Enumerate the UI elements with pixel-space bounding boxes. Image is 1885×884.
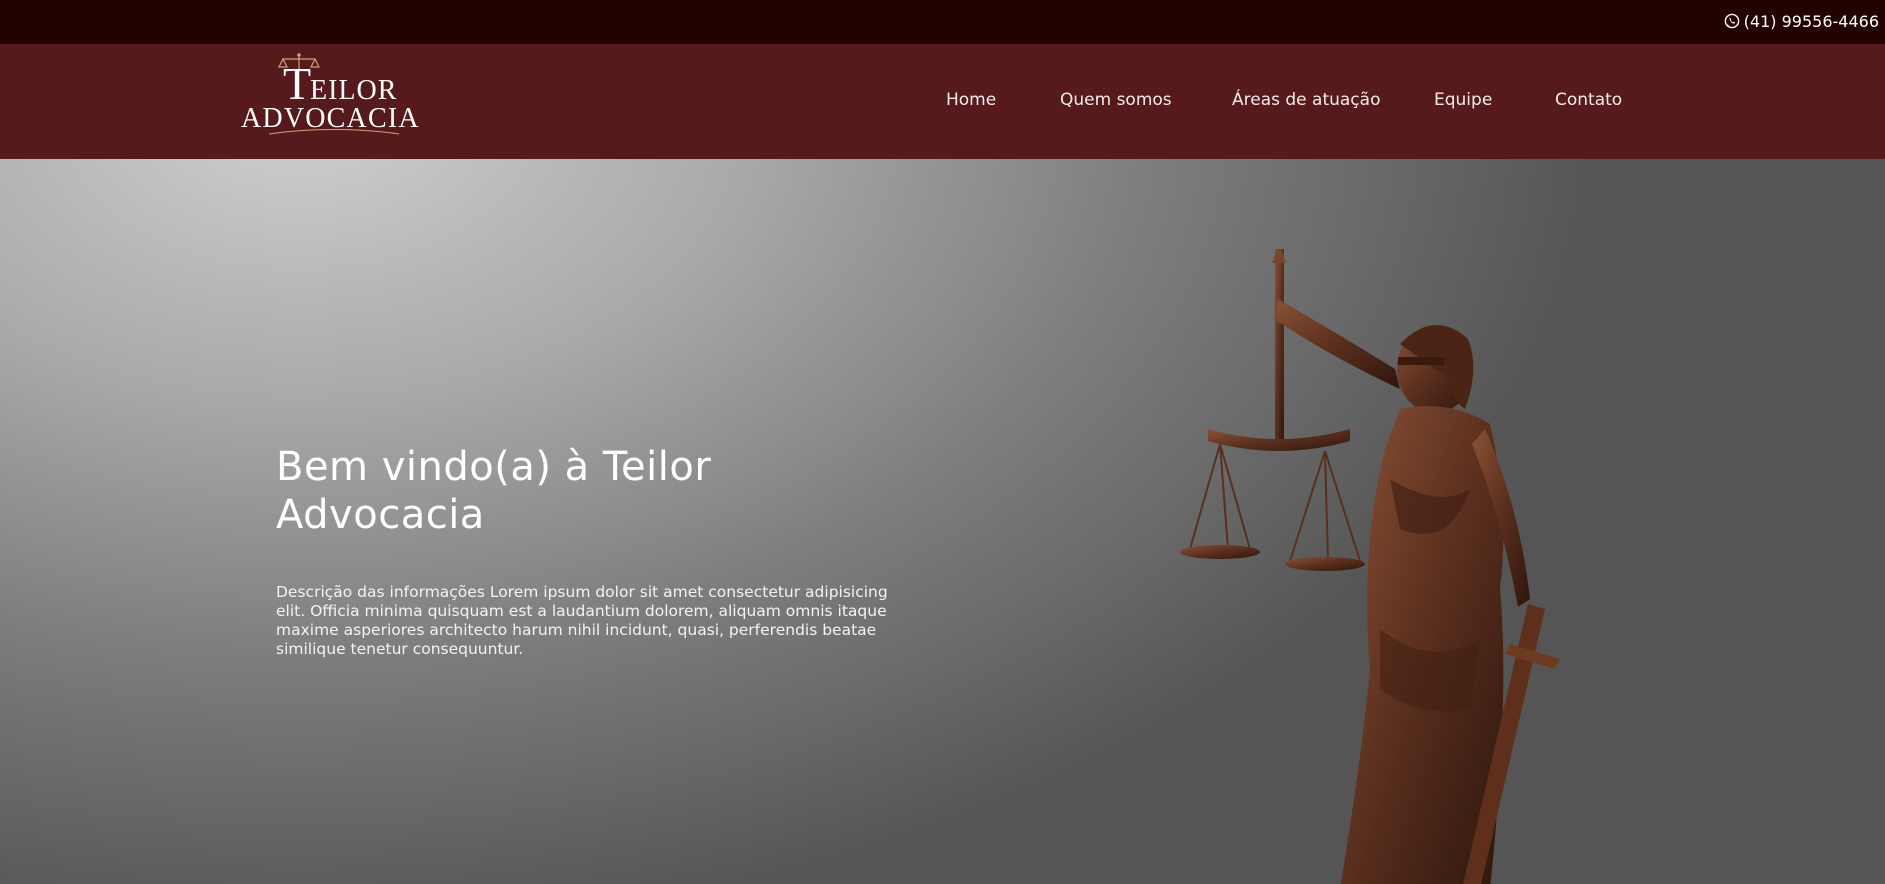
svg-text:T: T [283,58,311,109]
logo[interactable]: T EILOR ADVOCACIA [239,52,429,152]
phone-link[interactable]: (41) 99556-4466 [1724,10,1879,32]
nav-areas[interactable]: Áreas de atuação [1232,90,1380,110]
nav-equipe[interactable]: Equipe [1434,90,1492,110]
nav-home[interactable]: Home [946,90,996,110]
hero-title: Bem vindo(a) à Teilor Advocacia [276,444,712,538]
hero-description: Descrição das informações Lorem ipsum do… [276,583,888,658]
nav-contato[interactable]: Contato [1555,90,1622,110]
main-navbar: T EILOR ADVOCACIA Home Quem somos Áreas … [0,44,1885,159]
nav-quem-somos[interactable]: Quem somos [1060,90,1172,110]
logo-mark: T EILOR ADVOCACIA [241,53,419,135]
whatsapp-icon [1724,13,1740,29]
svg-text:EILOR: EILOR [310,75,397,106]
phone-number: (41) 99556-4466 [1743,11,1879,31]
lady-justice-statue [1180,249,1560,884]
top-bar: (41) 99556-4466 [0,0,1885,44]
hero-section: Bem vindo(a) à Teilor Advocacia Descriçã… [0,159,1885,884]
